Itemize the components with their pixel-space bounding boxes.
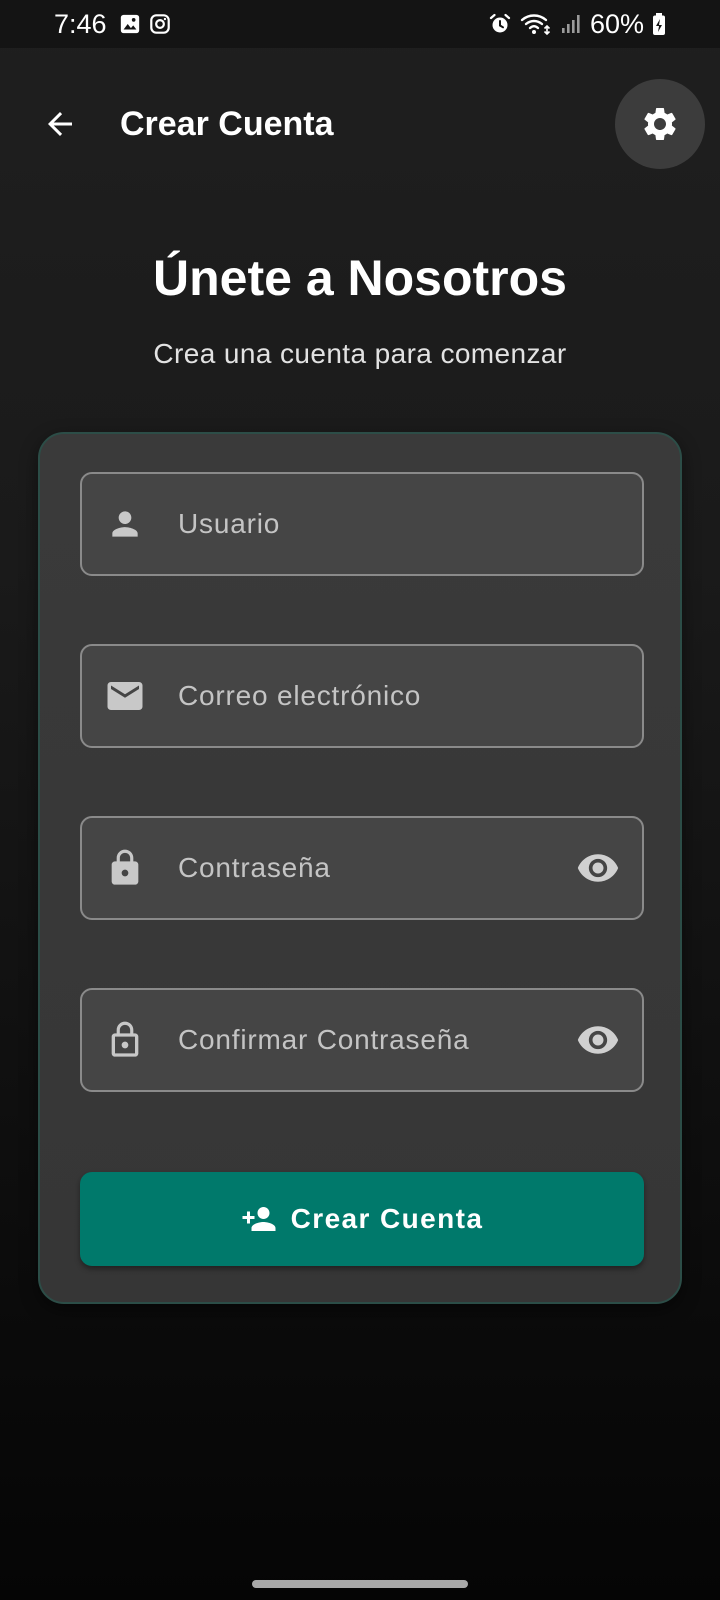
create-account-label: Crear Cuenta: [290, 1203, 484, 1234]
lock-outline-icon: [104, 1019, 146, 1061]
username-field[interactable]: [80, 472, 644, 576]
back-button[interactable]: [34, 98, 86, 150]
arrow-back-icon: [42, 106, 78, 142]
person-icon: [104, 503, 146, 545]
app-bar-title: Crear Cuenta: [120, 105, 334, 143]
email-field[interactable]: [80, 644, 644, 748]
confirm-password-input[interactable]: [178, 990, 552, 1090]
app-bar: Crear Cuenta: [0, 70, 720, 180]
instagram-icon: [149, 13, 171, 35]
username-input[interactable]: [178, 474, 552, 574]
status-bar: 7:46 60%: [0, 0, 720, 48]
lock-icon: [104, 847, 146, 889]
password-field[interactable]: [80, 816, 644, 920]
password-input[interactable]: [178, 818, 552, 918]
settings-button[interactable]: [615, 79, 705, 169]
battery-percent: 60%: [589, 8, 644, 39]
person-add-icon: [241, 1201, 277, 1237]
status-right: 60%: [488, 9, 666, 40]
signup-card: Crear Cuenta: [38, 432, 682, 1304]
mail-icon: [104, 675, 146, 717]
gear-icon: [640, 104, 680, 144]
eye-icon[interactable]: [572, 1014, 624, 1066]
create-account-button[interactable]: Crear Cuenta: [80, 1172, 644, 1266]
battery-icon: [652, 12, 666, 36]
alarm-icon: [488, 12, 512, 36]
email-input[interactable]: [178, 646, 552, 746]
confirm-password-field[interactable]: [80, 988, 644, 1092]
status-time: 7:46: [54, 8, 107, 39]
gallery-icon: [119, 13, 141, 35]
signal-icon: [560, 13, 582, 35]
page-title: Únete a Nosotros: [153, 250, 567, 306]
wifi-icon: [520, 12, 552, 36]
home-indicator[interactable]: [252, 1580, 468, 1588]
eye-icon[interactable]: [572, 842, 624, 894]
status-left: 7:46: [54, 9, 171, 40]
page-subtitle: Crea una cuenta para comenzar: [153, 338, 567, 369]
